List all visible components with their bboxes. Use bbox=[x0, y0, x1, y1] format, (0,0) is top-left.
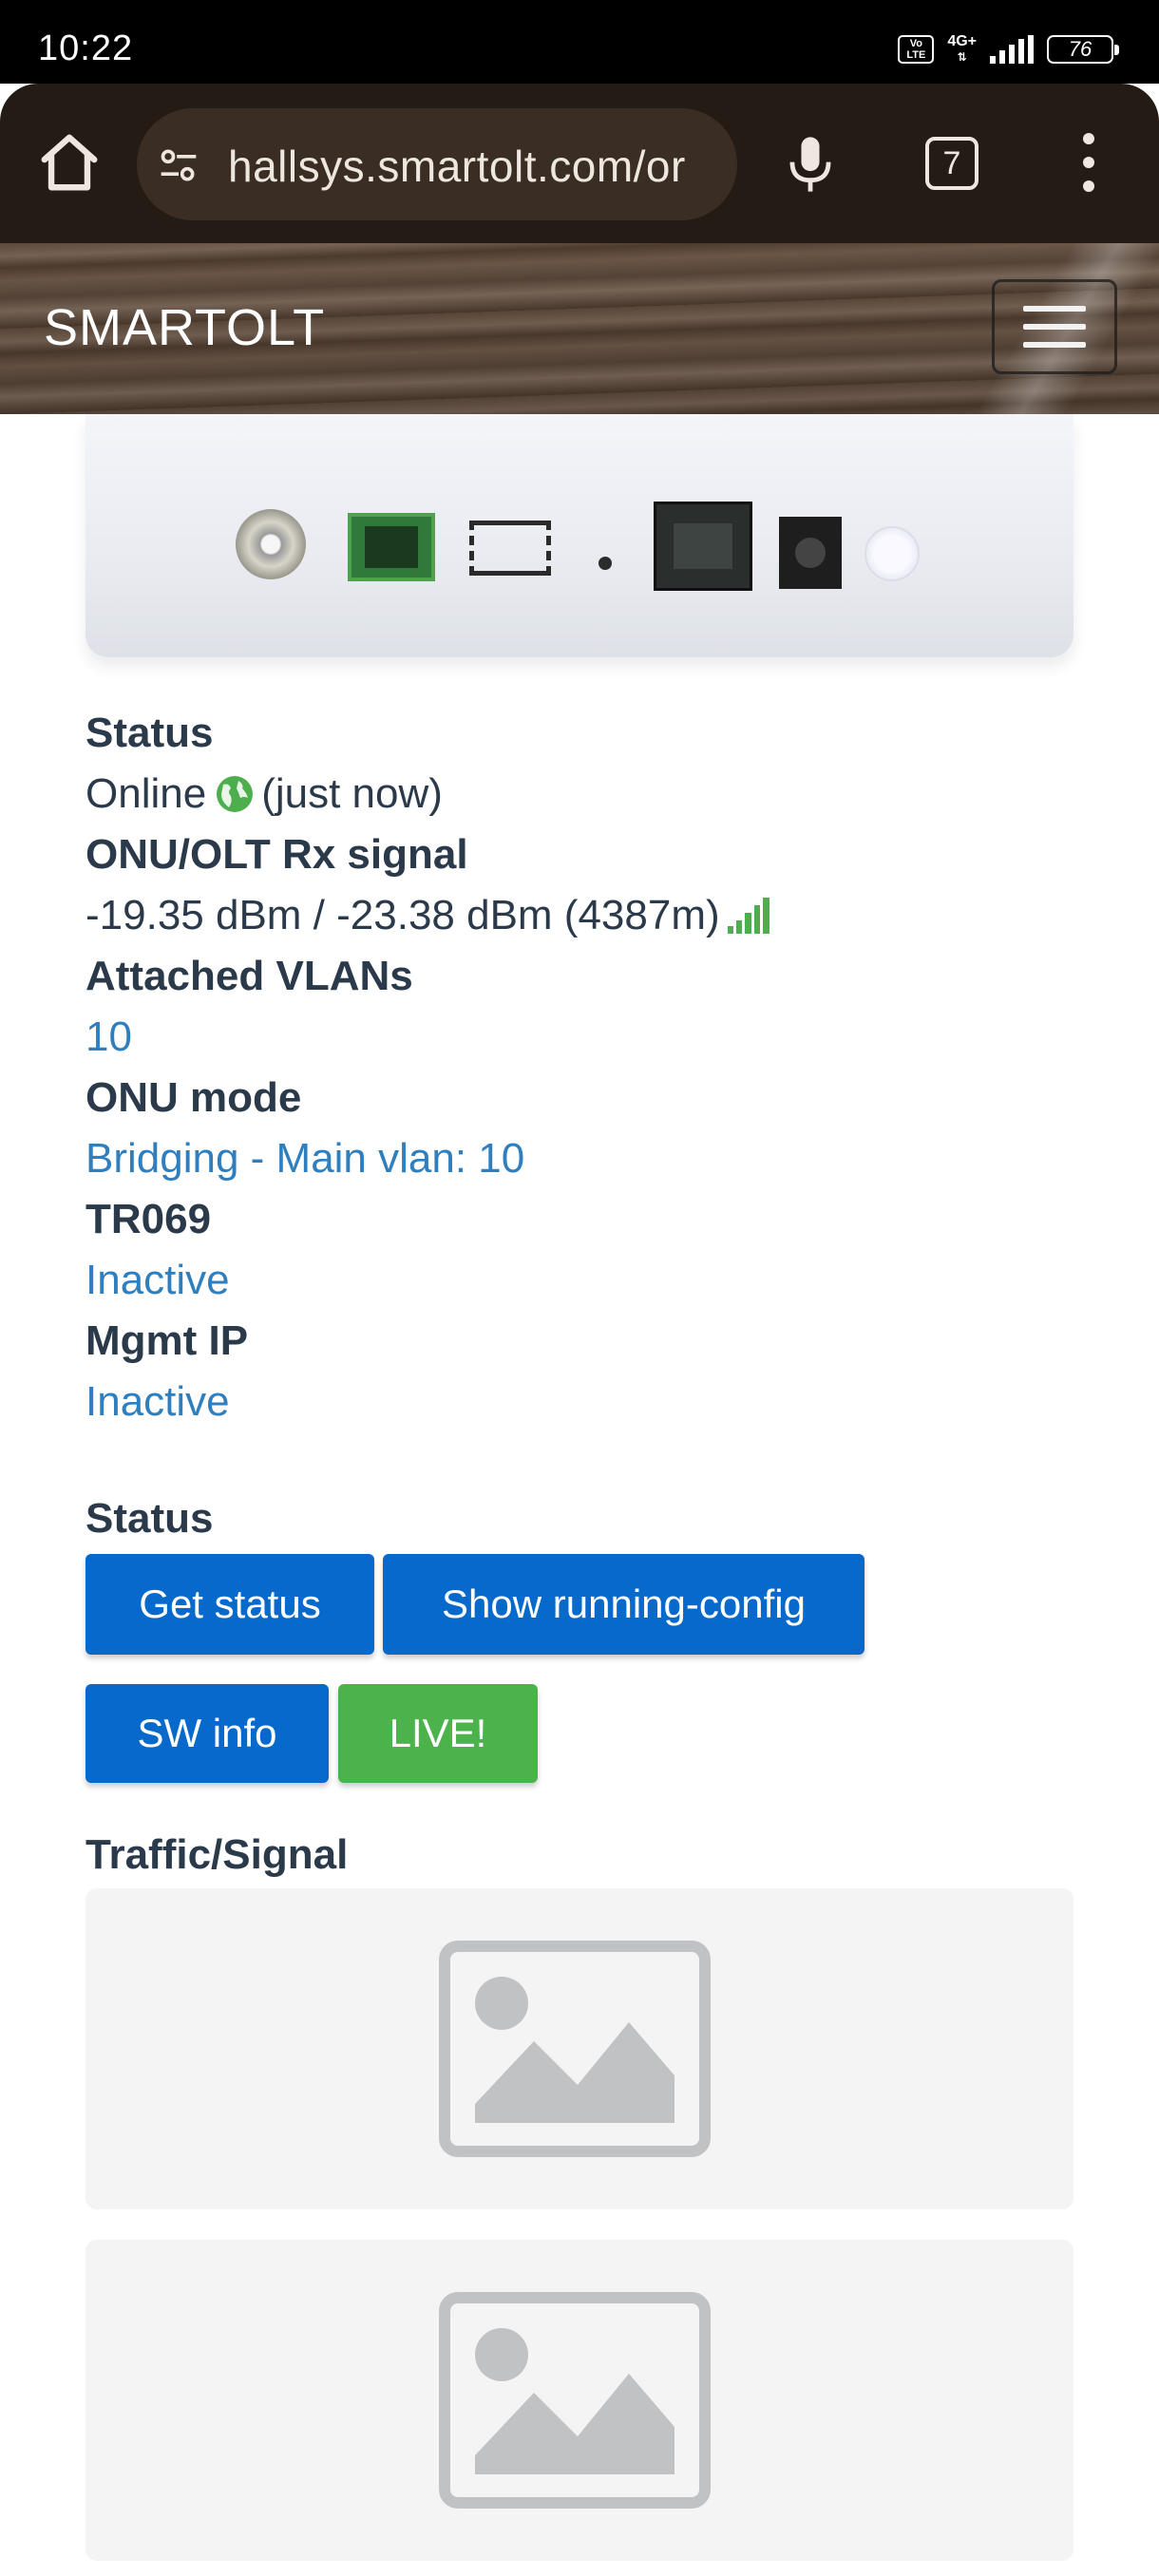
battery-level: 76 bbox=[1068, 37, 1092, 61]
more-vert-icon[interactable] bbox=[1079, 133, 1098, 192]
mgmt-ip-value[interactable]: Inactive bbox=[86, 1372, 1074, 1432]
mgmt-ip-label: Mgmt IP bbox=[86, 1317, 249, 1364]
clock: 10:22 bbox=[38, 28, 134, 68]
usb-port bbox=[469, 521, 551, 576]
network-type: 4G+ ⇅ bbox=[947, 34, 977, 65]
battery-icon: 76 bbox=[1047, 35, 1119, 64]
image-placeholder-icon bbox=[439, 1941, 711, 2157]
rx-signal-label: ONU/OLT Rx signal bbox=[86, 831, 468, 878]
tr069-label: TR069 bbox=[86, 1196, 212, 1242]
rx-signal-text: -19.35 dBm / -23.38 dBm (4387m) bbox=[86, 892, 720, 938]
onu-mode-label: ONU mode bbox=[86, 1074, 302, 1121]
network-type-label: 4G+ bbox=[947, 33, 977, 49]
power-button bbox=[864, 526, 920, 581]
catv-port bbox=[236, 509, 306, 579]
signal-graph-placeholder bbox=[86, 2240, 1074, 2561]
globe-icon bbox=[217, 776, 254, 812]
onu-mode-value[interactable]: Bridging - Main vlan: 10 bbox=[86, 1128, 1074, 1189]
traffic-signal-title: Traffic/Signal bbox=[86, 1831, 349, 1878]
status-value: Online (just now) bbox=[86, 764, 1074, 824]
system-status-bar: 10:22 Vo LTE 4G+ ⇅ 76 bbox=[0, 0, 1159, 84]
vlans-value[interactable]: 10 bbox=[86, 1007, 1074, 1068]
rx-signal-value: -19.35 dBm / -23.38 dBm (4387m) bbox=[86, 885, 1074, 946]
status-text: Online bbox=[86, 770, 207, 817]
mic-icon[interactable] bbox=[787, 135, 834, 194]
traffic-graph-placeholder bbox=[86, 1888, 1074, 2209]
tab-switcher-button[interactable]: 7 bbox=[925, 137, 978, 190]
get-status-button[interactable]: Get status bbox=[86, 1554, 374, 1655]
image-placeholder-icon bbox=[439, 2292, 711, 2509]
home-icon[interactable] bbox=[36, 129, 103, 196]
power-port bbox=[779, 517, 842, 589]
tune-icon[interactable] bbox=[158, 144, 200, 186]
url-text[interactable]: hallsys.smartolt.com/or bbox=[228, 141, 686, 192]
vlans-label: Attached VLANs bbox=[86, 953, 413, 999]
actions-section-title: Status bbox=[86, 1495, 214, 1542]
site-navbar: SMARTOLT bbox=[0, 243, 1159, 414]
brand-logo[interactable]: SMARTOLT bbox=[44, 298, 325, 357]
status-label: Status bbox=[86, 710, 214, 756]
ethernet-port bbox=[654, 502, 752, 591]
status-icons: Vo LTE 4G+ ⇅ 76 bbox=[898, 34, 1119, 65]
onu-device-image bbox=[86, 414, 1074, 657]
pon-port bbox=[348, 513, 435, 581]
data-arrows-icon: ⇅ bbox=[957, 50, 967, 64]
status-time: (just now) bbox=[261, 770, 443, 817]
cell-signal-icon bbox=[990, 35, 1034, 64]
show-running-config-button[interactable]: Show running-config bbox=[383, 1554, 864, 1655]
nav-toggle-button[interactable] bbox=[992, 279, 1117, 374]
reset-hole bbox=[598, 557, 612, 570]
signal-strength-icon bbox=[727, 898, 770, 934]
volte-icon: Vo LTE bbox=[898, 35, 935, 64]
browser-toolbar: hallsys.smartolt.com/or 7 bbox=[0, 84, 1159, 243]
live-button[interactable]: LIVE! bbox=[338, 1684, 538, 1783]
tr069-value[interactable]: Inactive bbox=[86, 1250, 1074, 1311]
sw-info-button[interactable]: SW info bbox=[86, 1684, 329, 1783]
address-bar[interactable]: hallsys.smartolt.com/or bbox=[137, 108, 737, 220]
onu-info: Status Online (just now) ONU/OLT Rx sign… bbox=[86, 703, 1074, 1432]
